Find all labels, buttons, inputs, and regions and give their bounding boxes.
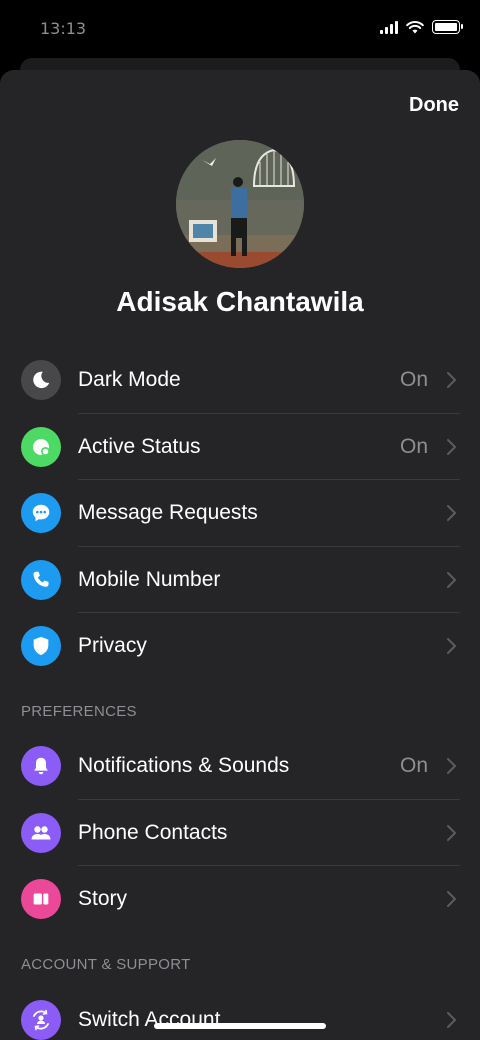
status-icons [380,20,463,34]
active-status-row[interactable]: Active Status On [0,414,480,480]
bell-icon [21,746,61,787]
story-icon [21,879,61,920]
notifications-row[interactable]: Notifications & Sounds On [0,733,480,800]
active-status-value: On [399,434,428,458]
phone-contacts-label: Phone Contacts [78,820,228,844]
battery-icon [432,20,463,34]
status-bar: 13:13 [0,0,480,56]
settings-list-main: Dark Mode On Active Status On Message Re… [0,347,480,680]
message-requests-label: Message Requests [78,501,258,525]
privacy-row[interactable]: Privacy [0,613,480,680]
switch-account-row[interactable]: Switch Account [0,987,480,1040]
dark-mode-label: Dark Mode [78,368,181,392]
moon-icon [21,360,61,401]
switch-account-icon [21,1000,61,1040]
mobile-number-row[interactable]: Mobile Number [0,547,480,613]
people-icon [21,812,61,853]
privacy-label: Privacy [78,634,147,658]
mobile-number-label: Mobile Number [78,567,221,591]
notifications-value: On [399,754,428,778]
settings-list-account: Switch Account [0,987,480,1040]
settings-sheet: Done Adisak Chantawila Dark Mode On Acti… [0,70,480,1040]
story-row[interactable]: Story [0,866,480,933]
chevron-right-icon [447,571,456,588]
notifications-label: Notifications & Sounds [78,754,290,778]
active-status-icon [21,426,61,467]
preferences-section-header: PREFERENCES [21,703,137,720]
story-label: Story [78,887,128,911]
chevron-right-icon [447,505,456,522]
status-time: 13:13 [40,19,87,38]
dark-mode-row[interactable]: Dark Mode On [0,347,480,414]
phone-icon [21,559,61,600]
cellular-signal-icon [380,20,398,34]
profile-name: Adisak Chantawila [116,286,364,317]
chevron-right-icon [447,824,456,841]
active-status-label: Active Status [78,434,201,458]
chevron-right-icon [447,891,456,908]
chevron-right-icon [447,438,456,455]
done-button[interactable]: Done [409,94,459,117]
avatar[interactable] [176,140,304,268]
phone-contacts-row[interactable]: Phone Contacts [0,800,480,866]
home-indicator[interactable] [154,1023,326,1029]
wifi-icon [406,20,424,33]
chevron-right-icon [447,1012,456,1029]
chevron-right-icon [447,372,456,389]
message-requests-row[interactable]: Message Requests [0,480,480,547]
chevron-right-icon [447,638,456,655]
dark-mode-value: On [399,368,428,392]
shield-icon [21,626,61,667]
chat-bubble-icon [21,493,61,534]
account-support-section-header: ACCOUNT & SUPPORT [21,956,191,973]
chevron-right-icon [447,758,456,775]
settings-list-preferences: Notifications & Sounds On Phone Contacts [0,733,480,933]
